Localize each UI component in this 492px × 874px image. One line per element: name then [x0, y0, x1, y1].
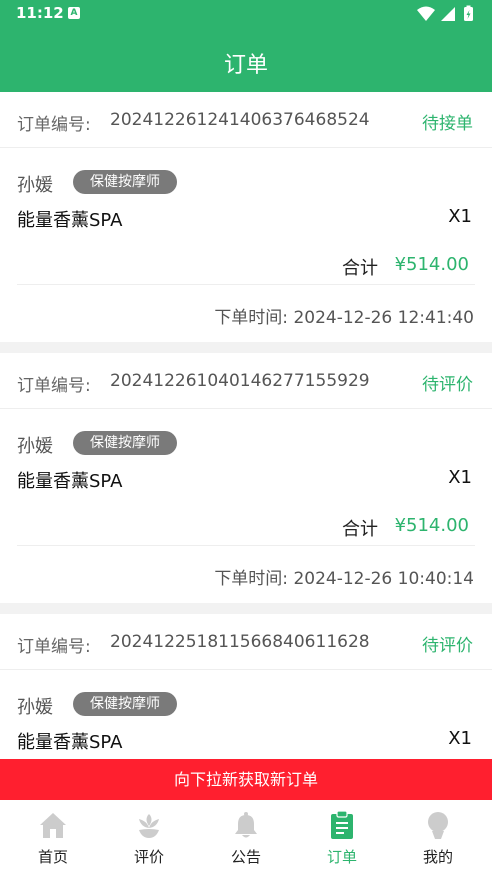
flower-icon: [139, 814, 159, 838]
order-card[interactable]: 订单编号: 20241226124140637646852​4 待接单 孙媛 保…: [0, 92, 492, 342]
wifi-icon: [417, 6, 435, 21]
tab-orders-label: 订单: [326, 848, 357, 866]
order-card[interactable]: 订单编号: 202412251811566840611628 待评价 孙媛 保健…: [0, 614, 492, 760]
tab-reviews-label: 评价: [133, 848, 164, 866]
total-value: ¥514.00: [394, 515, 469, 536]
total-label: 合计: [342, 519, 378, 540]
order-status: 待评价: [422, 375, 473, 395]
service-name: 能量香薰SPA: [17, 210, 123, 231]
tab-notices[interactable]: 公告: [197, 800, 295, 874]
service-name: 能量香薰SPA: [17, 471, 123, 492]
tab-home-label: 首页: [37, 848, 68, 866]
notification-icon: A: [68, 7, 80, 19]
order-time: 下单时间: 2024-12-26 12:41:40: [214, 308, 474, 328]
tab-orders[interactable]: 订单: [293, 800, 391, 874]
signal-icon: [441, 7, 455, 21]
clipboard-icon: [331, 810, 353, 839]
therapist-name: 孙媛: [17, 175, 53, 196]
page-title: 订单: [223, 53, 268, 78]
therapist-badge: 保健按摩师: [73, 431, 177, 455]
bottom-tab-bar: 首页 评价 公告 订单 我的: [0, 800, 492, 874]
tab-home[interactable]: 首页: [4, 800, 102, 874]
status-icons: [417, 5, 473, 21]
order-status: 待接单: [422, 114, 473, 134]
total-value: ¥514.00: [394, 254, 469, 275]
refresh-banner: 向下拉新获取新订单: [0, 759, 492, 800]
order-number-label: 订单编号:: [17, 376, 91, 396]
order-number: 202412251811566840611628: [110, 632, 370, 652]
order-list[interactable]: 订单编号: 20241226124140637646852​4 待接单 孙媛 保…: [0, 92, 492, 760]
order-number: 20241226124140637646852​4: [110, 110, 370, 130]
therapist-badge: 保健按摩师: [73, 692, 177, 716]
service-quantity: X1: [448, 728, 472, 749]
order-header: 订单编号: 20241226124140637646852​4 待接单: [0, 92, 492, 148]
status-time: 11:12: [16, 4, 64, 22]
order-number-label: 订单编号:: [17, 115, 91, 135]
tab-notices-label: 公告: [230, 848, 261, 866]
divider: [17, 545, 475, 546]
status-bar: 11:12 A: [0, 0, 492, 28]
order-time: 下单时间: 2024-12-26 10:40:14: [214, 569, 474, 589]
service-quantity: X1: [448, 206, 472, 227]
therapist-name: 孙媛: [17, 697, 53, 718]
order-card[interactable]: 订单编号: 202412261040146277155929 待评价 孙媛 保健…: [0, 353, 492, 603]
order-header: 订单编号: 202412261040146277155929 待评价: [0, 353, 492, 409]
therapist-name: 孙媛: [17, 436, 53, 457]
order-number: 202412261040146277155929: [110, 371, 370, 391]
service-name: 能量香薰SPA: [17, 732, 123, 753]
therapist-badge: 保健按摩师: [73, 170, 177, 194]
bell-icon: [235, 812, 257, 838]
service-quantity: X1: [448, 467, 472, 488]
total-label: 合计: [342, 258, 378, 279]
tab-profile-label: 我的: [422, 848, 453, 866]
home-icon: [40, 813, 66, 838]
app-bar: 订单: [0, 28, 492, 92]
person-icon: [428, 812, 448, 839]
tab-reviews[interactable]: 评价: [100, 800, 198, 874]
tab-profile[interactable]: 我的: [389, 800, 487, 874]
order-number-label: 订单编号:: [17, 637, 91, 657]
order-header: 订单编号: 202412251811566840611628 待评价: [0, 614, 492, 670]
order-status: 待评价: [422, 636, 473, 656]
divider: [17, 284, 475, 285]
